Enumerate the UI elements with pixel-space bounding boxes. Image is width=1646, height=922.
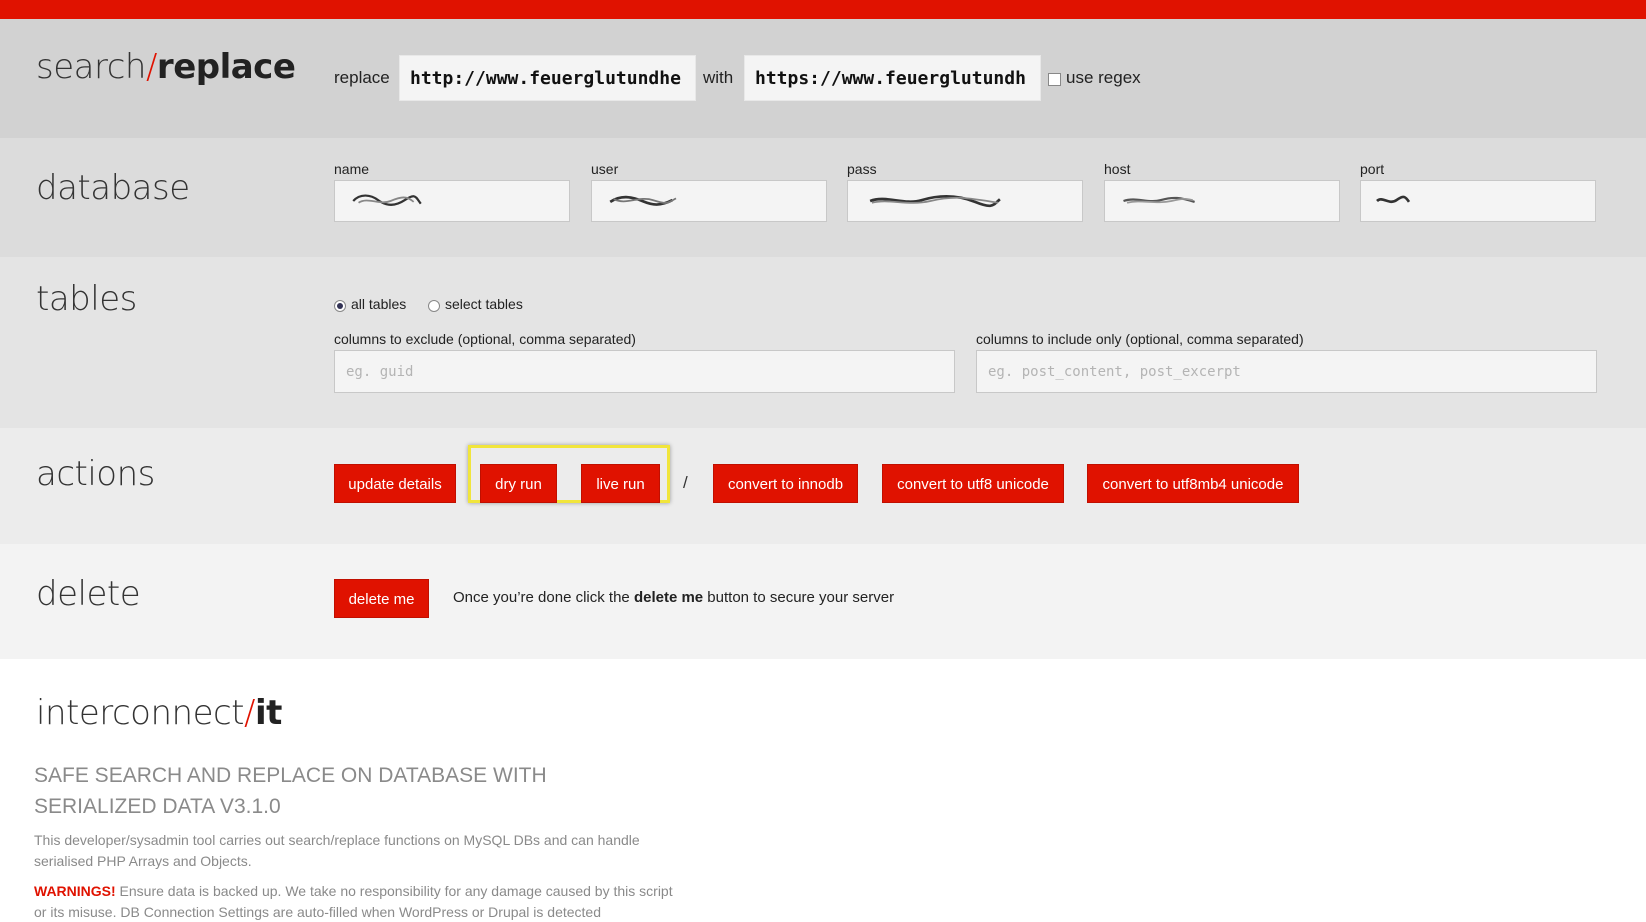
db-user-label: user (591, 161, 619, 177)
with-input[interactable]: https://www.feuerglutundh (744, 55, 1041, 101)
db-port-input[interactable] (1360, 180, 1596, 222)
search-replace-row: search/replace replace http://www.feuerg… (0, 19, 1646, 138)
db-host-input[interactable] (1104, 180, 1340, 222)
app-title: search/replace (36, 47, 296, 87)
columns-exclude-label: columns to exclude (optional, comma sepa… (334, 331, 636, 347)
warning-text: Ensure data is backed up. We take no res… (34, 883, 673, 920)
delete-text-bold: delete me (633, 589, 704, 606)
db-name-input[interactable] (334, 180, 570, 222)
db-pass-input[interactable] (847, 180, 1083, 222)
columns-include-label: columns to include only (optional, comma… (976, 331, 1304, 347)
update-details-button[interactable]: update details (334, 464, 456, 503)
tables-row: tables all tables select tables columns … (0, 257, 1646, 428)
delete-text-before: Once you’re done click the (453, 589, 634, 606)
app-title-search: search (36, 47, 146, 87)
redacted-scribble-icon (1376, 195, 1411, 204)
tool-title: Safe Search and Replace on Database with… (34, 764, 547, 818)
db-user-input[interactable] (591, 180, 827, 222)
actions-separator: / (683, 473, 688, 492)
warning-label: WARNINGS! (34, 883, 116, 899)
delete-text-after: button to secure your server (703, 589, 895, 606)
delete-heading: delete (36, 574, 141, 614)
columns-include-input[interactable]: eg. post_content, post_excerpt (976, 350, 1597, 393)
all-tables-radio[interactable] (334, 300, 346, 312)
delete-me-button[interactable]: delete me (334, 579, 429, 618)
redacted-scribble-icon (352, 194, 422, 206)
all-tables-label: all tables (351, 296, 407, 312)
interconnect-it-logo: interconnect/it (36, 693, 282, 733)
tool-description: This developer/sysadmin tool carries out… (34, 832, 640, 869)
db-pass-label: pass (847, 161, 877, 177)
convert-utf8mb4-button[interactable]: convert to utf8mb4 unicode (1087, 464, 1299, 503)
database-heading: database (36, 168, 190, 208)
actions-heading: actions (36, 454, 155, 494)
app-title-replace: replace (156, 47, 296, 87)
select-tables-label: select tables (445, 296, 523, 312)
db-name-label: name (334, 161, 370, 177)
replace-input[interactable]: http://www.feuerglutundhe (399, 55, 696, 101)
redacted-scribble-icon (609, 195, 677, 206)
database-row: database name user pass host port (0, 138, 1646, 257)
logo-slash: / (244, 693, 255, 733)
redacted-scribble-icon (1123, 196, 1195, 204)
with-label: with (703, 68, 734, 87)
logo-word: interconnect (36, 693, 245, 733)
replace-label: replace (334, 68, 390, 87)
tables-heading: tables (36, 279, 137, 319)
dry-run-button[interactable]: dry run (480, 464, 557, 503)
db-port-label: port (1360, 161, 1385, 177)
logo-suffix: it (254, 693, 282, 733)
delete-instructions: Once you’re done click the delete me but… (453, 589, 894, 606)
use-regex-label: use regex (1066, 68, 1141, 87)
app-title-slash: / (145, 47, 157, 87)
convert-utf8-button[interactable]: convert to utf8 unicode (882, 464, 1064, 503)
select-tables-radio[interactable] (428, 300, 440, 312)
use-regex-checkbox[interactable] (1048, 73, 1061, 86)
live-run-button[interactable]: live run (581, 464, 660, 503)
tool-warning: WARNINGS! Ensure data is backed up. We t… (34, 881, 674, 922)
top-accent-bar (0, 0, 1646, 19)
db-host-label: host (1104, 161, 1131, 177)
convert-innodb-button[interactable]: convert to innodb (713, 464, 858, 503)
columns-exclude-input[interactable]: eg. guid (334, 350, 955, 393)
redacted-scribble-icon (869, 195, 1001, 208)
